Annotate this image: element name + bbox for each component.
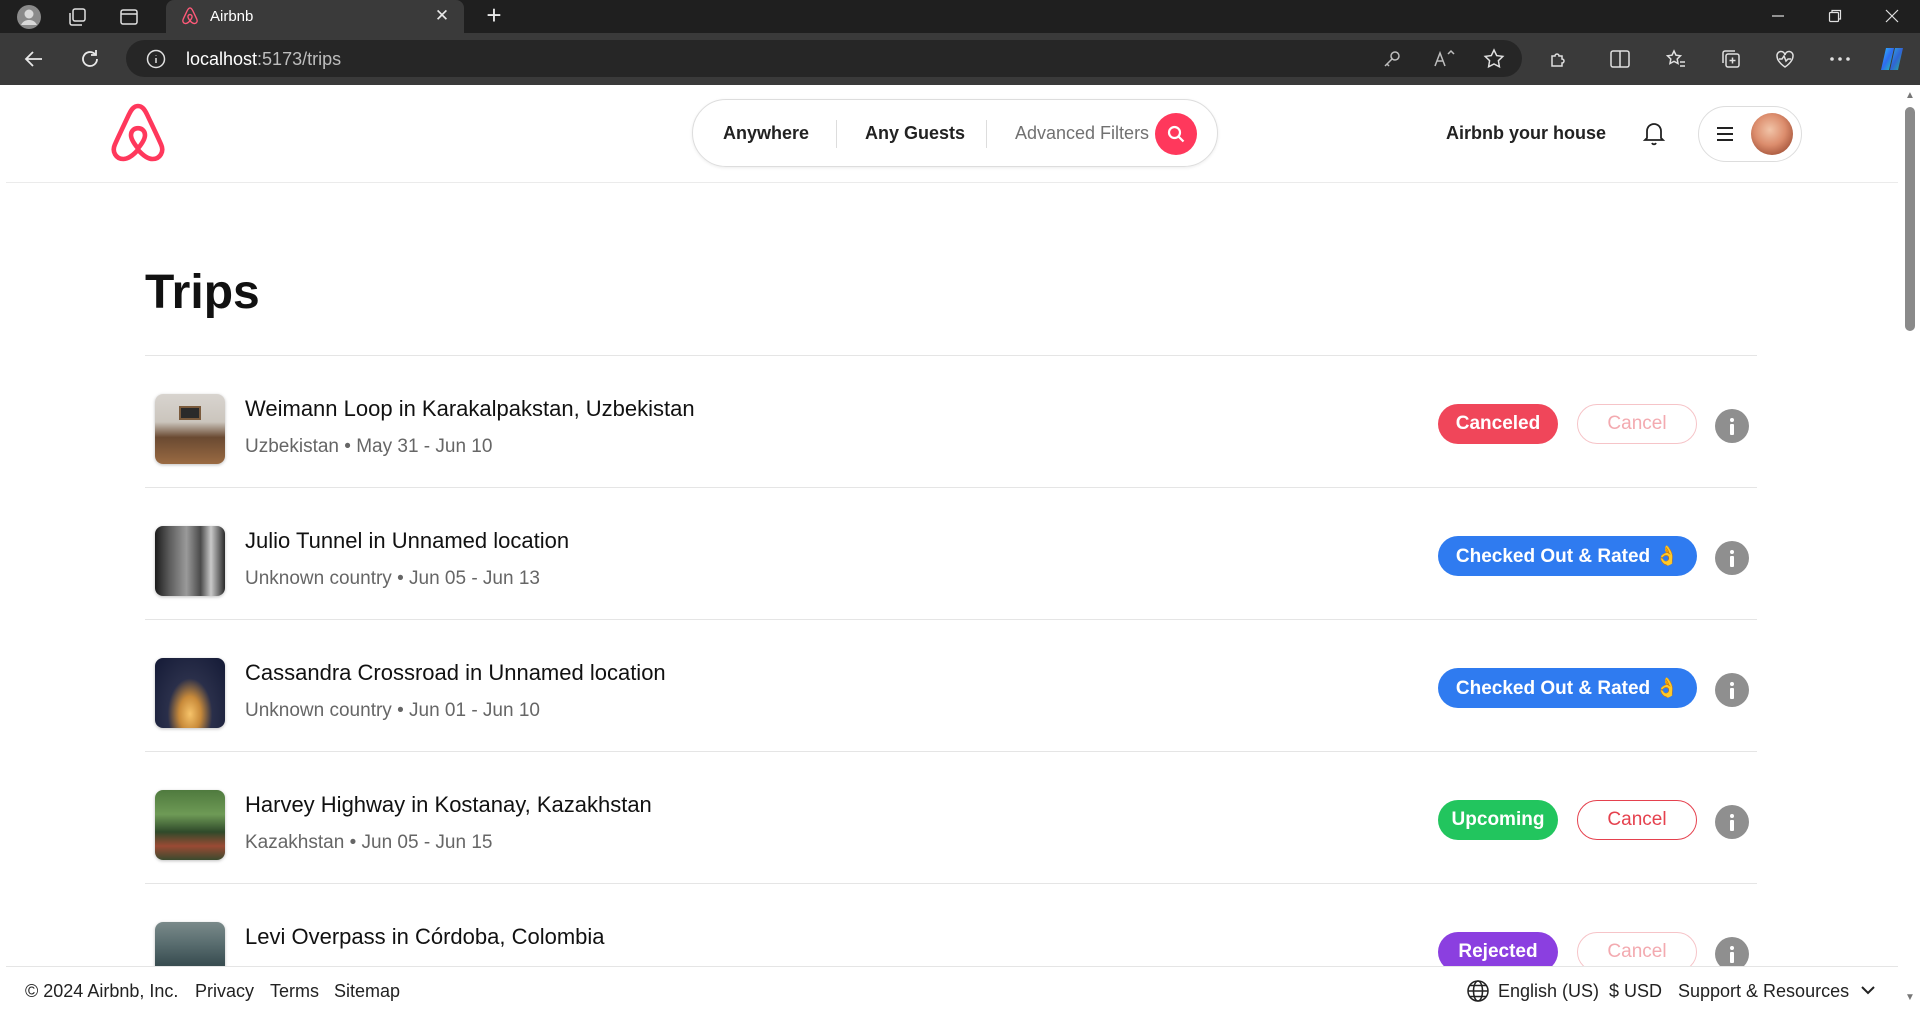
page-title: Trips — [145, 266, 260, 319]
status-badge-upcoming: Upcoming — [1438, 800, 1558, 840]
user-menu-button[interactable] — [1698, 106, 1802, 162]
site-header: Anywhere Any Guests Advanced Filters Air… — [6, 85, 1898, 183]
split-screen-icon[interactable] — [1606, 45, 1634, 73]
trip-title[interactable]: Levi Overpass in Córdoba, Colombia — [245, 924, 605, 950]
page-scrollbar[interactable]: ▲ ▼ — [1898, 85, 1920, 1011]
cancel-button[interactable]: Cancel — [1577, 800, 1697, 840]
browser-essentials-icon[interactable] — [1771, 45, 1799, 73]
currency-selector[interactable]: $ USD — [1609, 981, 1662, 1002]
page-viewport: Anywhere Any Guests Advanced Filters Air… — [6, 85, 1898, 1011]
trip-title[interactable]: Cassandra Crossroad in Unnamed location — [245, 660, 666, 686]
location-filter[interactable]: Anywhere — [723, 123, 809, 144]
url-text: localhost:5173/trips — [186, 49, 342, 69]
trip-thumbnail — [155, 658, 225, 728]
trip-row[interactable]: Cassandra Crossroad in Unnamed location … — [145, 620, 1757, 752]
trip-row[interactable]: Harvey Highway in Kostanay, Kazakhstan K… — [145, 752, 1757, 884]
avatar — [1751, 113, 1793, 155]
password-key-icon[interactable] — [1378, 45, 1406, 73]
menu-icon — [1717, 127, 1733, 141]
info-icon[interactable] — [1715, 409, 1749, 443]
trip-row[interactable]: Weimann Loop in Karakalpakstan, Uzbekist… — [145, 356, 1757, 488]
advanced-filters[interactable]: Advanced Filters — [1015, 123, 1149, 144]
reload-icon[interactable] — [76, 45, 104, 73]
minimize-icon[interactable] — [1758, 2, 1798, 30]
close-window-icon[interactable] — [1872, 2, 1912, 30]
favorite-star-icon[interactable] — [1480, 45, 1508, 73]
trip-thumbnail — [155, 790, 225, 860]
airbnb-your-house-link[interactable]: Airbnb your house — [1446, 123, 1606, 144]
browser-address-bar: localhost:5173/trips — [0, 33, 1920, 85]
restore-icon[interactable] — [1815, 2, 1855, 30]
profile-icon[interactable] — [16, 4, 42, 30]
browser-tab-airbnb[interactable]: Airbnb ✕ — [166, 0, 464, 33]
status-badge-canceled: Canceled — [1438, 404, 1558, 444]
status-badge-checked-out: Checked Out & Rated 👌 — [1438, 536, 1697, 576]
tab-actions-icon[interactable] — [116, 4, 142, 30]
search-divider — [986, 120, 987, 148]
trip-meta: Unknown country • Jun 05 - Jun 13 — [245, 568, 540, 589]
new-tab-icon[interactable]: + — [480, 2, 508, 30]
scroll-up-icon[interactable]: ▲ — [1904, 91, 1916, 101]
guests-filter[interactable]: Any Guests — [865, 123, 965, 144]
search-divider — [836, 120, 837, 148]
copilot-icon[interactable] — [1878, 45, 1906, 73]
back-icon[interactable] — [20, 45, 48, 73]
extensions-icon[interactable] — [1545, 45, 1573, 73]
trip-title[interactable]: Harvey Highway in Kostanay, Kazakhstan — [245, 792, 652, 818]
search-button[interactable] — [1155, 113, 1197, 155]
more-options-icon[interactable] — [1826, 45, 1854, 73]
notification-bell-icon[interactable] — [1636, 115, 1672, 151]
trip-meta: Kazakhstan • Jun 05 - Jun 15 — [245, 832, 493, 853]
scroll-thumb[interactable] — [1905, 107, 1915, 331]
copyright-text: © 2024 Airbnb, Inc. — [25, 981, 179, 1001]
site-footer: © 2024 Airbnb, Inc. Privacy Terms Sitema… — [6, 966, 1898, 1011]
privacy-link[interactable]: Privacy — [195, 981, 254, 1002]
read-aloud-icon[interactable] — [1430, 45, 1458, 73]
trip-thumbnail — [155, 394, 225, 464]
terms-link[interactable]: Terms — [270, 981, 319, 1002]
airbnb-logo-icon[interactable] — [106, 101, 170, 167]
site-info-icon[interactable] — [146, 49, 166, 74]
globe-icon[interactable] — [1466, 979, 1490, 1008]
trip-meta: Uzbekistan • May 31 - Jun 10 — [245, 436, 493, 457]
support-resources-menu[interactable]: Support & Resources — [1678, 981, 1849, 1002]
browser-tab-bar: Airbnb ✕ + — [0, 0, 1920, 33]
search-icon — [1167, 125, 1185, 143]
url-field[interactable]: localhost:5173/trips — [126, 40, 1522, 77]
favorites-list-icon[interactable] — [1662, 45, 1690, 73]
language-selector[interactable]: English (US) — [1498, 981, 1599, 1002]
chevron-down-icon[interactable] — [1860, 983, 1876, 1001]
workspaces-icon[interactable] — [64, 4, 90, 30]
trip-title[interactable]: Weimann Loop in Karakalpakstan, Uzbekist… — [245, 396, 695, 422]
info-icon[interactable] — [1715, 673, 1749, 707]
trip-thumbnail — [155, 526, 225, 596]
trip-meta: Unknown country • Jun 01 - Jun 10 — [245, 700, 540, 721]
status-badge-checked-out: Checked Out & Rated 👌 — [1438, 668, 1697, 708]
search-bar[interactable]: Anywhere Any Guests Advanced Filters — [692, 99, 1218, 167]
info-icon[interactable] — [1715, 805, 1749, 839]
close-tab-icon[interactable]: ✕ — [432, 6, 452, 26]
collections-icon[interactable] — [1717, 45, 1745, 73]
sitemap-link[interactable]: Sitemap — [334, 981, 400, 1002]
cancel-button[interactable]: Cancel — [1577, 404, 1697, 444]
trip-row[interactable]: Julio Tunnel in Unnamed location Unknown… — [145, 488, 1757, 620]
tab-title: Airbnb — [210, 8, 254, 25]
trip-title[interactable]: Julio Tunnel in Unnamed location — [245, 528, 569, 554]
airbnb-favicon-icon — [180, 6, 200, 31]
scroll-down-icon[interactable]: ▼ — [1904, 993, 1916, 1003]
info-icon[interactable] — [1715, 541, 1749, 575]
